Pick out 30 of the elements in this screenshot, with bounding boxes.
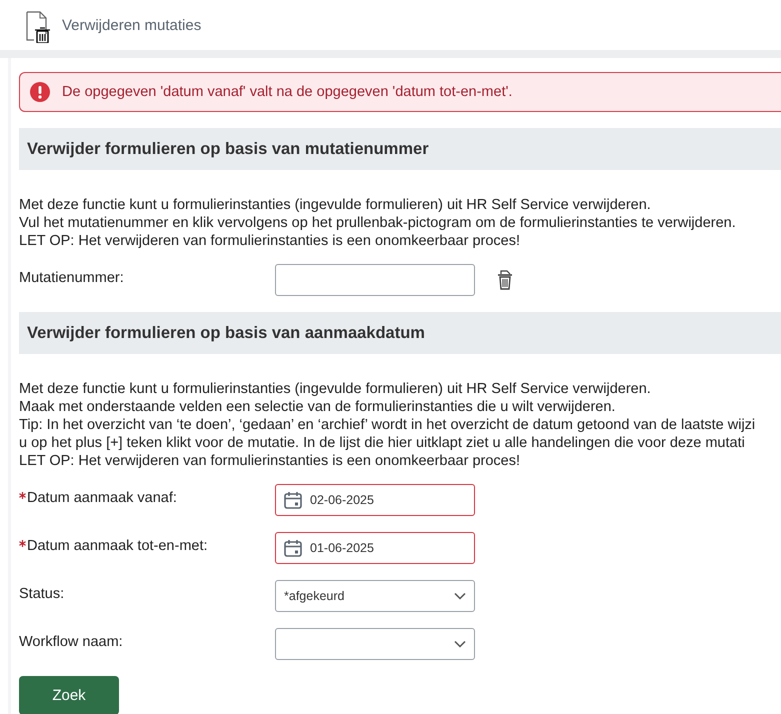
field-label: Datum aanmaak tot-en-met:	[27, 537, 209, 554]
page-title: Verwijderen mutaties	[62, 16, 202, 34]
error-icon	[30, 82, 50, 102]
error-message: De opgegeven 'datum vanaf' valt na de opgegeven 'datum tot-en-met'.	[62, 84, 512, 100]
dropdown[interactable]	[275, 628, 475, 660]
paragraph-line: Maak met onderstaande velden een selectie van de formulierinstanties die u wilt verwijderen.	[19, 398, 616, 416]
date-field[interactable]: 02-06-2025	[275, 484, 475, 516]
chevron-icon	[454, 592, 466, 600]
field-label: Workflow naam:	[19, 633, 124, 650]
field-label: Datum aanmaak vanaf:	[27, 489, 178, 506]
delete-icon[interactable]	[497, 270, 513, 290]
paragraph-line: LET OP: Het verwijderen van formulierinstanties is een onomkeerbaar proces!	[19, 452, 522, 470]
paragraph-line: u op het plus [+] teken klikt voor de mutatie. In de lijst die hier uitklapt ziet u alle handelingen die voor deze mutati	[19, 434, 746, 452]
chevron-icon	[454, 640, 466, 648]
paragraph-line: Tip: In het overzicht van ‘te doen’, ‘gedaan’ en ‘archief’ wordt in het overzicht de datum getoond van de laatste wijzi	[19, 416, 756, 434]
search-button[interactable]: Zoek	[19, 676, 119, 714]
paragraph-line: Met deze functie kunt u formulierinstanties (ingevulde formulieren) uit HR Self Service verwijderen.	[19, 380, 652, 398]
document-trash-icon	[26, 11, 52, 43]
field-label: Status:	[19, 585, 66, 602]
paragraph-line: Vul het mutatienummer en klik vervolgens op het prullenbak-pictogram om de formulierinstanties te verwijderen.	[19, 214, 737, 232]
calendar-icon	[284, 491, 302, 509]
dropdown[interactable]: *afgekeurd	[275, 580, 475, 612]
field-label: Mutatienummer:	[19, 269, 125, 286]
date-field[interactable]: 01-06-2025	[275, 532, 475, 564]
calendar-icon	[284, 539, 302, 557]
paragraph-line: Met deze functie kunt u formulierinstanties (ingevulde formulieren) uit HR Self Service verwijderen.	[19, 196, 652, 214]
paragraph-line: LET OP: Het verwijderen van formulierinstanties is een onomkeerbaar proces!	[19, 232, 522, 250]
input-field[interactable]	[275, 264, 475, 296]
section-header: Verwijder formulieren op basis van mutatienummer	[19, 128, 781, 170]
section-header: Verwijder formulieren op basis van aanmaakdatum	[19, 312, 781, 354]
